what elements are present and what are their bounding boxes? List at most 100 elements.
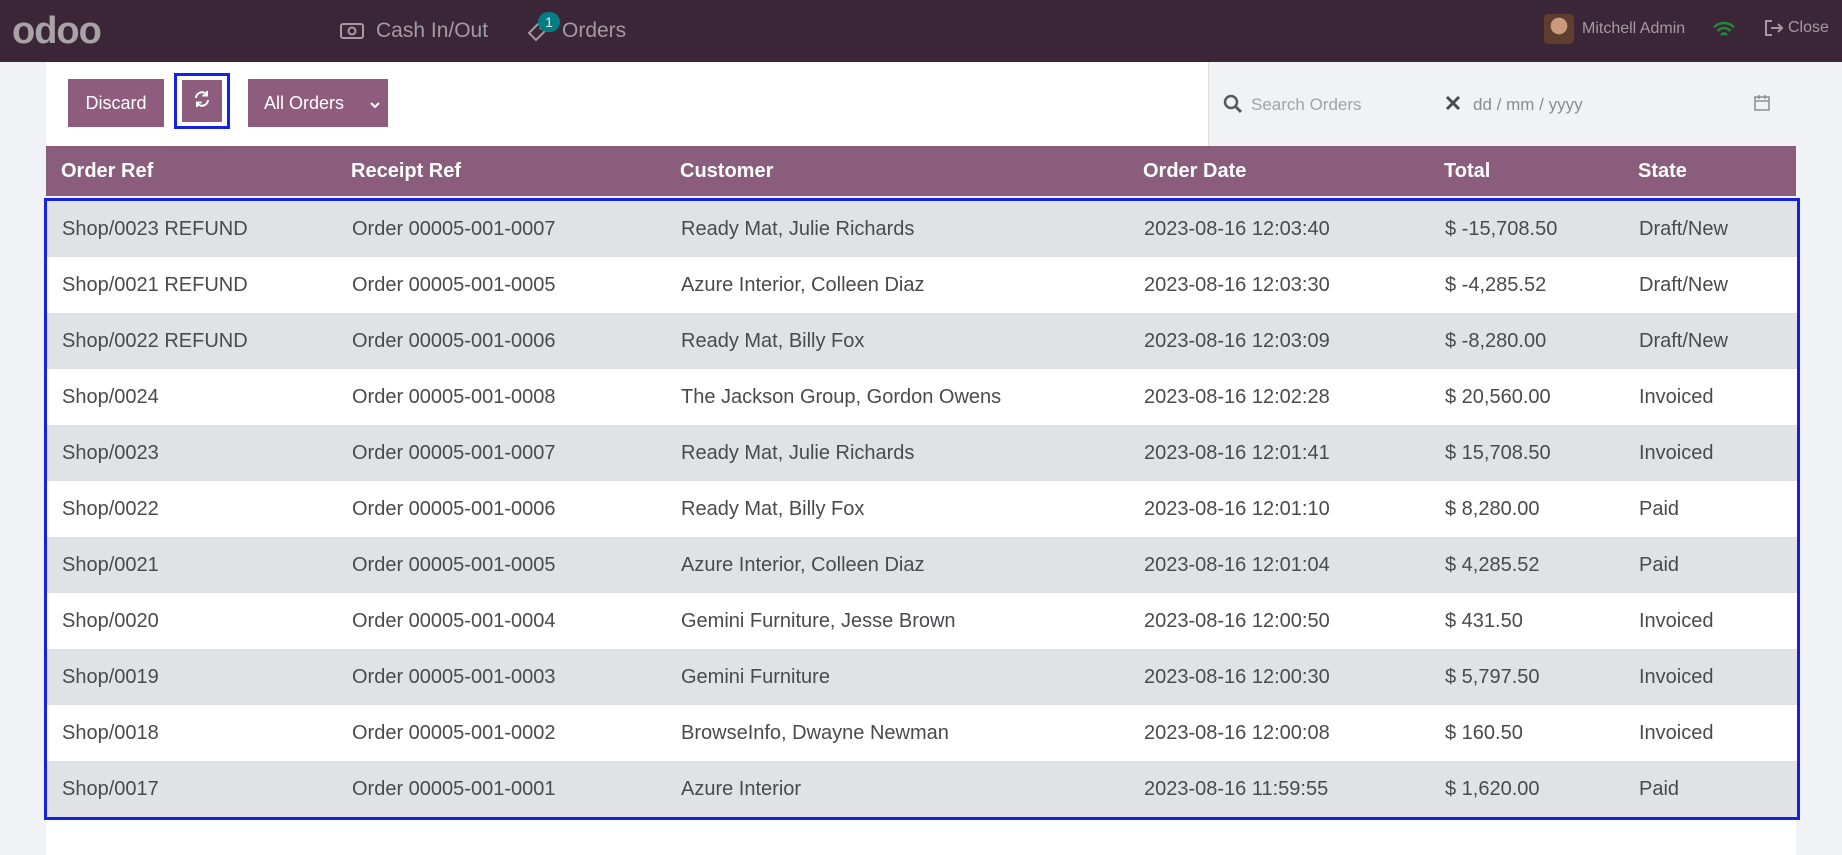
order-date-cell: 2023-08-16 12:03:40 [1144, 217, 1330, 240]
table-row[interactable]: Shop/0023 REFUND Order 00005-001-0007 Read… [47, 201, 1797, 257]
total-cell: $ 4,285.52 [1445, 553, 1540, 576]
receipt-ref-cell: Order 00005-001-0005 [352, 553, 556, 576]
receipt-ref-cell: Order 00005-001-0007 [352, 441, 556, 464]
close-icon[interactable] [1445, 95, 1461, 111]
state-cell: Invoiced [1639, 721, 1714, 744]
table-body: Shop/0023 REFUND Order 00005-001-0007 Read… [44, 198, 1800, 820]
total-cell: $ 160.50 [1445, 721, 1523, 744]
state-cell: Draft/New [1639, 273, 1728, 296]
search-bar [1208, 62, 1796, 146]
table-row[interactable]: Shop/0022 REFUND Order 00005-001-0006 Read… [47, 313, 1797, 369]
customer-cell: Azure Interior [681, 777, 802, 800]
table-row[interactable]: Shop/0024 Order 00005-001-0008 The Jackson… [47, 369, 1797, 425]
order-date-cell: 2023-08-16 11:59:55 [1144, 777, 1329, 800]
column-header[interactable]: Total [1444, 160, 1490, 183]
order-date-cell: 2023-08-16 12:01:04 [1144, 553, 1330, 576]
customer-cell: Ready Mat, Billy Fox [681, 497, 865, 520]
order-ref-cell: Shop/0022 REFUND [62, 329, 248, 352]
total-cell: $ 8,280.00 [1445, 497, 1540, 520]
order-date-cell: 2023-08-16 12:00:50 [1144, 609, 1330, 632]
state-cell: Paid [1639, 497, 1680, 520]
chevron-down-icon [368, 96, 382, 110]
cash-in-out-label: Cash In/Out [376, 19, 489, 42]
customer-cell: Gemini Furniture, Jesse Brown [681, 609, 956, 632]
orders-table: Order Ref Receipt Ref Customer Order Dat… [44, 146, 1800, 820]
table-footer-area [46, 820, 1796, 855]
filter-label: All Orders [264, 92, 345, 113]
total-cell: $ -4,285.52 [1445, 273, 1547, 296]
cash-icon [340, 21, 364, 41]
total-cell: $ 5,797.50 [1445, 665, 1540, 688]
customer-cell: Gemini Furniture [681, 665, 830, 688]
wifi-icon [1712, 20, 1736, 40]
table-row[interactable]: Shop/0018 Order 00005-001-0002 BrowseInfo,… [47, 705, 1797, 761]
cash-in-out-button[interactable]: Cash In/Out [340, 18, 488, 44]
order-ref-cell: Shop/0023 REFUND [62, 217, 248, 240]
user-name: Mitchell Admin [1582, 20, 1686, 37]
close-label: Close [1788, 19, 1829, 36]
table-header: Order Ref Receipt Ref Customer Order Dat… [46, 146, 1796, 196]
state-cell: Invoiced [1639, 609, 1714, 632]
orders-label: Orders [562, 19, 627, 42]
refresh-button[interactable] [182, 80, 222, 122]
order-ref-cell: Shop/0021 [62, 553, 159, 576]
orders-count-badge: 1 [538, 12, 560, 32]
column-header[interactable]: Order Ref [61, 160, 153, 183]
search-input[interactable] [1249, 89, 1433, 121]
customer-cell: BrowseInfo, Dwayne Newman [681, 721, 949, 744]
refresh-icon [193, 90, 211, 113]
state-cell: Draft/New [1639, 329, 1728, 352]
table-row[interactable]: Shop/0019 Order 00005-001-0003 Gemini Furn… [47, 649, 1797, 705]
receipt-ref-cell: Order 00005-001-0002 [352, 721, 556, 744]
order-ref-cell: Shop/0021 REFUND [62, 273, 248, 296]
close-button[interactable]: Close [1764, 19, 1829, 37]
column-header[interactable]: Order Date [1143, 160, 1246, 183]
order-ref-cell: Shop/0022 [62, 497, 159, 520]
receipt-ref-cell: Order 00005-001-0005 [352, 273, 556, 296]
user-menu[interactable]: Mitchell Admin [1544, 14, 1685, 44]
receipt-ref-cell: Order 00005-001-0001 [352, 777, 556, 800]
column-header[interactable]: Receipt Ref [351, 160, 461, 183]
state-cell: Invoiced [1639, 385, 1714, 408]
order-ref-cell: Shop/0020 [62, 609, 159, 632]
order-ref-cell: Shop/0024 [62, 385, 159, 408]
total-cell: $ 20,560.00 [1445, 385, 1551, 408]
order-ref-cell: Shop/0018 [62, 721, 159, 744]
order-date-cell: 2023-08-16 12:03:09 [1144, 329, 1330, 352]
total-cell: $ 431.50 [1445, 609, 1523, 632]
table-row[interactable]: Shop/0021 REFUND Order 00005-001-0005 Azur… [47, 257, 1797, 313]
total-cell: $ -8,280.00 [1445, 329, 1547, 352]
receipt-ref-cell: Order 00005-001-0004 [352, 609, 556, 632]
receipt-ref-cell: Order 00005-001-0007 [352, 217, 556, 240]
top-navbar: odoo Cash In/Out Orders 1 Mitchell Admin… [0, 0, 1842, 62]
order-date-cell: 2023-08-16 12:01:10 [1144, 497, 1330, 520]
discard-button[interactable]: Discard [68, 79, 164, 127]
table-row[interactable]: Shop/0020 Order 00005-001-0004 Gemini Furn… [47, 593, 1797, 649]
order-date-cell: 2023-08-16 12:00:30 [1144, 665, 1330, 688]
table-row[interactable]: Shop/0023 Order 00005-001-0007 Ready Mat, … [47, 425, 1797, 481]
order-date-cell: 2023-08-16 12:02:28 [1144, 385, 1330, 408]
table-row[interactable]: Shop/0017 Order 00005-001-0001 Azure Inter… [47, 761, 1797, 817]
column-header[interactable]: Customer [680, 160, 773, 183]
order-date-cell: 2023-08-16 12:01:41 [1144, 441, 1330, 464]
state-cell: Paid [1639, 777, 1680, 800]
column-header[interactable]: State [1638, 160, 1687, 183]
odoo-logo: odoo [12, 10, 102, 52]
state-cell: Invoiced [1639, 665, 1714, 688]
customer-cell: Ready Mat, Julie Richards [681, 441, 915, 464]
table-row[interactable]: Shop/0022 Order 00005-001-0006 Ready Mat, … [47, 481, 1797, 537]
receipt-ref-cell: Order 00005-001-0008 [352, 385, 556, 408]
total-cell: $ -15,708.50 [1445, 217, 1558, 240]
customer-cell: Azure Interior, Colleen Diaz [681, 273, 925, 296]
refresh-highlight [174, 73, 230, 129]
state-cell: Invoiced [1639, 441, 1714, 464]
receipt-ref-cell: Order 00005-001-0003 [352, 665, 556, 688]
calendar-icon[interactable] [1753, 94, 1771, 112]
customer-cell: The Jackson Group, Gordon Owens [681, 385, 1002, 408]
all-orders-filter-dropdown[interactable]: All Orders [248, 79, 388, 127]
table-row[interactable]: Shop/0021 Order 00005-001-0005 Azure Inter… [47, 537, 1797, 593]
order-ref-cell: Shop/0017 [62, 777, 159, 800]
order-date-cell: 2023-08-16 12:00:08 [1144, 721, 1330, 744]
date-field[interactable] [1471, 89, 1675, 121]
total-cell: $ 1,620.00 [1445, 777, 1540, 800]
